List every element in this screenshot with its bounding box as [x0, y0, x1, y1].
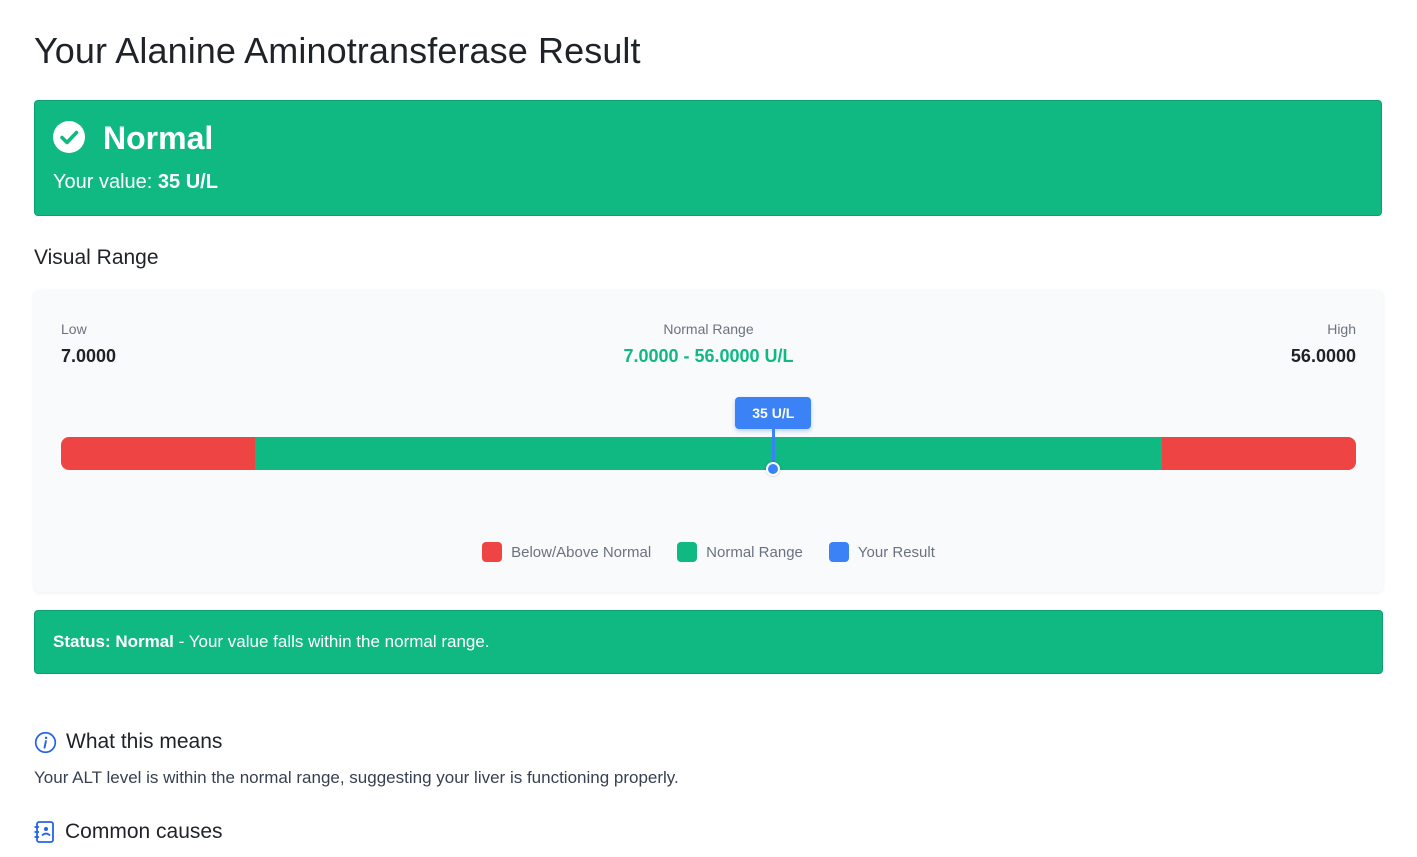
result-marker-dot: [766, 462, 781, 476]
legend-label-abnormal: Below/Above Normal: [511, 543, 652, 561]
result-marker-label: 35 U/L: [735, 397, 812, 429]
result-status: Normal: [103, 120, 214, 156]
info-circle-icon: [34, 731, 57, 754]
high-caption: High: [1327, 321, 1356, 337]
clipboard-list-icon: [34, 820, 56, 844]
normal-range-caption: Normal Range: [663, 321, 754, 337]
result-value-line: Your value: 35 U/L: [53, 171, 218, 194]
what-this-means-text: Your ALT level is within the normal rang…: [34, 768, 679, 787]
common-causes-title: Common causes: [65, 820, 223, 843]
check-circle-icon: [53, 121, 85, 153]
legend-swatch-result: [828, 542, 849, 562]
above-normal-segment: [1162, 437, 1356, 470]
visual-range-title: Visual Range: [34, 246, 159, 269]
result-value-prefix: Your value:: [53, 171, 153, 193]
status-message: - Your value falls within the normal ran…: [173, 632, 490, 651]
legend-label-normal: Normal Range: [706, 543, 803, 561]
common-causes-heading: Common causes: [34, 820, 223, 844]
high-value: 56.0000: [1290, 346, 1356, 366]
status-bar: Status: Normal - Your value falls within…: [34, 610, 1383, 674]
result-page: Your Alanine Aminotransferase Result Nor…: [0, 0, 1417, 857]
result-banner: Normal Your value: 35 U/L: [34, 100, 1382, 216]
range-bar: [61, 437, 1356, 470]
range-card: Low 7.0000 Normal Range 7.0000 - 56.0000…: [34, 290, 1383, 592]
result-value: 35 U/L: [157, 171, 218, 193]
legend-item-result: Your Result: [828, 542, 935, 562]
normal-segment: [255, 437, 1162, 470]
what-this-means-heading: What this means: [34, 730, 222, 754]
what-this-means-title: What this means: [66, 730, 223, 753]
normal-range-value: 7.0000 - 56.0000 U/L: [623, 346, 794, 366]
below-normal-segment: [61, 437, 255, 470]
page-title: Your Alanine Aminotransferase Result: [34, 30, 641, 71]
legend-swatch-abnormal: [482, 542, 503, 562]
status-label: Status: Normal: [53, 632, 174, 651]
legend-item-abnormal: Below/Above Normal: [482, 542, 651, 562]
legend-label-result: Your Result: [857, 543, 935, 561]
range-legend: Below/Above Normal Normal Range Your Res…: [34, 542, 1383, 562]
legend-item-normal: Normal Range: [677, 542, 803, 562]
legend-swatch-normal: [677, 542, 698, 562]
